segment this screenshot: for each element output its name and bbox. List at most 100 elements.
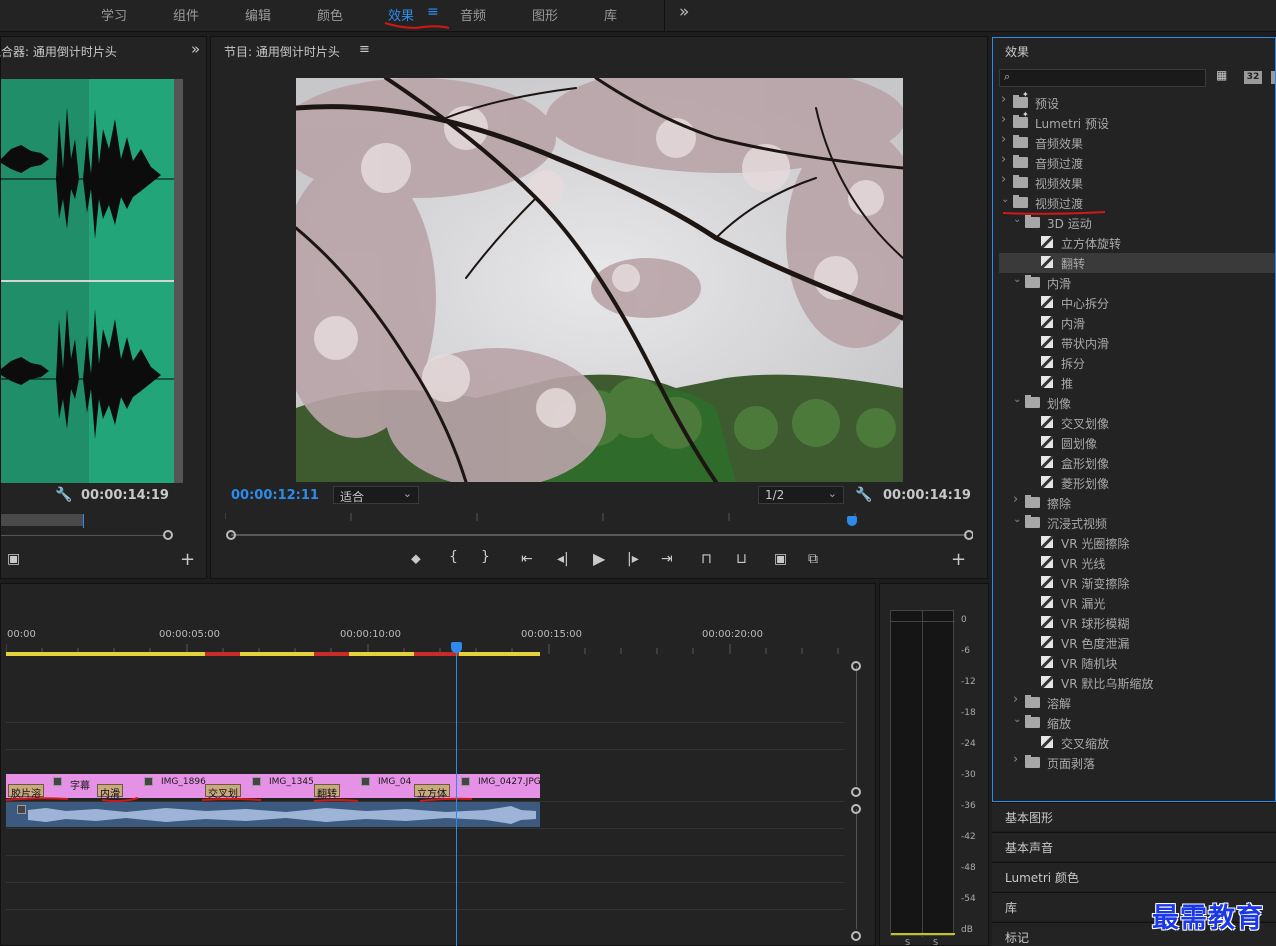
zoom-scrollbar[interactable] (1, 514, 83, 526)
effects-tree-item[interactable]: 交叉划像 (999, 413, 1275, 433)
effects-tree-item[interactable]: › 溶解 (999, 692, 1275, 713)
work-area-bar[interactable] (6, 652, 540, 656)
audio-track-clip[interactable] (6, 802, 540, 827)
meter-solo-button[interactable]: S (905, 938, 910, 946)
wrench-icon[interactable]: 🔧 (55, 487, 72, 503)
effects-tree-item[interactable]: 菱形划像 (999, 473, 1275, 493)
resolution-dropdown[interactable]: 1/2 ⌄ (758, 486, 844, 504)
play-icon[interactable]: ▶ (593, 549, 605, 568)
camera-icon[interactable]: ▣ (7, 551, 20, 567)
effects-tree-item[interactable]: 圆划像 (999, 433, 1275, 453)
effects-tree-item[interactable]: › ✦ 预设 (999, 90, 1275, 113)
video-preview[interactable] (296, 78, 903, 482)
effects-tree-item[interactable]: › 页面剥落 (999, 752, 1275, 773)
effects-tree-item[interactable]: 翻转 (999, 253, 1275, 273)
effects-tree-item[interactable]: 中心拆分 (999, 293, 1275, 313)
lumetri-color-panel-tab[interactable]: Lumetri 颜色 (992, 862, 1276, 891)
32-bit-effects-icon[interactable]: 32 (1244, 71, 1262, 84)
timeline-playhead[interactable] (456, 644, 457, 946)
effects-tree-item[interactable]: VR 色度泄漏 (999, 633, 1275, 653)
effects-tree-item[interactable]: VR 随机块 (999, 653, 1275, 673)
search-input[interactable] (1018, 71, 1198, 85)
workspace-tab-assembly[interactable]: 组件 (173, 5, 199, 24)
effects-tree-item[interactable]: 盒形划像 (999, 453, 1275, 473)
effects-tree-item[interactable]: 交叉缩放 (999, 733, 1275, 753)
export-frame-icon[interactable]: ▣ (774, 551, 787, 567)
lift-icon[interactable]: ⊓ (701, 551, 712, 567)
go-to-out-icon[interactable]: ⇥ (661, 551, 673, 567)
scroll-handle[interactable] (851, 661, 861, 671)
effects-tree-item[interactable]: 带状内滑 (999, 333, 1275, 353)
chevron-right-icon[interactable]: › (1001, 112, 1006, 127)
workspace-tab-color[interactable]: 颜色 (317, 5, 343, 24)
extract-icon[interactable]: ⊔ (736, 551, 747, 567)
chevron-right-icon[interactable]: › (1001, 172, 1006, 187)
chevron-down-icon[interactable]: ⌄ (1013, 514, 1021, 525)
scroll-handle[interactable] (851, 804, 861, 814)
effects-tree-item[interactable]: 推 (999, 373, 1275, 393)
current-timecode[interactable]: 00:00:12:11 (231, 488, 319, 503)
chevron-down-icon[interactable]: ⌄ (1013, 274, 1021, 285)
chevron-right-icon[interactable]: › (1013, 492, 1018, 507)
chevron-right-icon[interactable]: › (1013, 752, 1018, 767)
effects-tree-item[interactable]: › 音频效果 (999, 132, 1275, 153)
effects-tree-item[interactable]: VR 渐变擦除 (999, 573, 1275, 593)
effects-tree-item[interactable]: VR 光线 (999, 553, 1275, 573)
hamburger-menu-icon[interactable]: ≡ (427, 4, 439, 20)
effects-tree-item[interactable]: 立方体旋转 (999, 233, 1275, 253)
workspace-tab-libraries[interactable]: 库 (604, 5, 617, 24)
effects-tree-item[interactable]: VR 漏光 (999, 593, 1275, 613)
playhead-handle[interactable] (451, 642, 462, 653)
effects-tree-item[interactable]: VR 球形模糊 (999, 613, 1275, 633)
step-forward-icon[interactable]: |▸ (627, 551, 639, 567)
effects-tree-item[interactable]: ⌄ 缩放 (999, 713, 1275, 733)
yuv-effects-icon[interactable] (1271, 71, 1275, 84)
workspace-tab-editing[interactable]: 编辑 (245, 5, 271, 24)
effects-tree-item[interactable]: › 视频效果 (999, 172, 1275, 193)
effects-tree-item[interactable]: VR 光圈擦除 (999, 533, 1275, 553)
chevron-right-icon[interactable]: › (1001, 152, 1006, 167)
effects-tree-item[interactable]: 内滑 (999, 313, 1275, 333)
scroll-handle[interactable] (851, 931, 861, 941)
mark-out-icon[interactable]: } (481, 549, 490, 565)
wrench-icon[interactable]: 🔧 (855, 487, 872, 503)
accelerated-effects-icon[interactable]: ▦ (1216, 68, 1227, 82)
panel-menu-icon[interactable]: ≡ (359, 42, 370, 57)
essential-graphics-panel-tab[interactable]: 基本图形 (992, 802, 1276, 831)
comparison-view-icon[interactable]: ⧉ (808, 551, 818, 567)
effects-tree-item[interactable]: VR 默比乌斯缩放 (999, 673, 1275, 693)
add-button[interactable]: + (180, 549, 195, 570)
search-field[interactable]: ⌕ (999, 69, 1206, 87)
effects-tree-item[interactable]: ⌄ 划像 (999, 393, 1275, 413)
effects-tree-item[interactable]: ⌄ 沉浸式视频 (999, 513, 1275, 533)
chevron-down-icon[interactable]: ⌄ (1013, 714, 1021, 725)
playhead-handle[interactable] (847, 516, 857, 526)
time-ruler[interactable] (225, 513, 973, 543)
scrollbar-track[interactable] (856, 666, 857, 786)
effects-tree-item[interactable]: › ✦ Lumetri 预设 (999, 110, 1275, 133)
workspace-tab-audio[interactable]: 音频 (460, 5, 486, 24)
double-chevron-right-icon[interactable]: » (191, 40, 200, 58)
step-back-icon[interactable]: ◂| (557, 551, 569, 567)
chevron-down-icon[interactable]: ⌄ (1001, 194, 1009, 205)
meter-solo-button[interactable]: S (933, 938, 938, 946)
scroll-handle[interactable] (851, 787, 861, 797)
workspace-tab-graphics[interactable]: 图形 (532, 5, 558, 24)
add-button[interactable]: + (951, 549, 966, 570)
chevron-right-icon[interactable]: › (1001, 92, 1006, 107)
scroll-handle[interactable] (163, 530, 173, 540)
zoom-fit-dropdown[interactable]: 适合 ⌄ (333, 486, 419, 504)
mark-in-icon[interactable]: { (449, 549, 458, 565)
chevron-down-icon[interactable]: ⌄ (1013, 394, 1021, 405)
scrollbar-track[interactable] (856, 809, 857, 929)
workspace-tab-learn[interactable]: 学习 (101, 5, 127, 24)
essential-sound-panel-tab[interactable]: 基本声音 (992, 832, 1276, 861)
chevron-right-icon[interactable]: › (1013, 692, 1018, 707)
go-to-in-icon[interactable]: ⇤ (521, 551, 533, 567)
chevron-right-icon[interactable]: › (1001, 132, 1006, 147)
add-marker-icon[interactable]: ⬥ (411, 551, 421, 567)
effects-tree-item[interactable]: › 擦除 (999, 492, 1275, 513)
effects-tree-item[interactable]: ⌄ 内滑 (999, 273, 1275, 293)
double-chevron-right-icon[interactable]: » (679, 2, 689, 22)
effects-tree-item[interactable]: 拆分 (999, 353, 1275, 373)
